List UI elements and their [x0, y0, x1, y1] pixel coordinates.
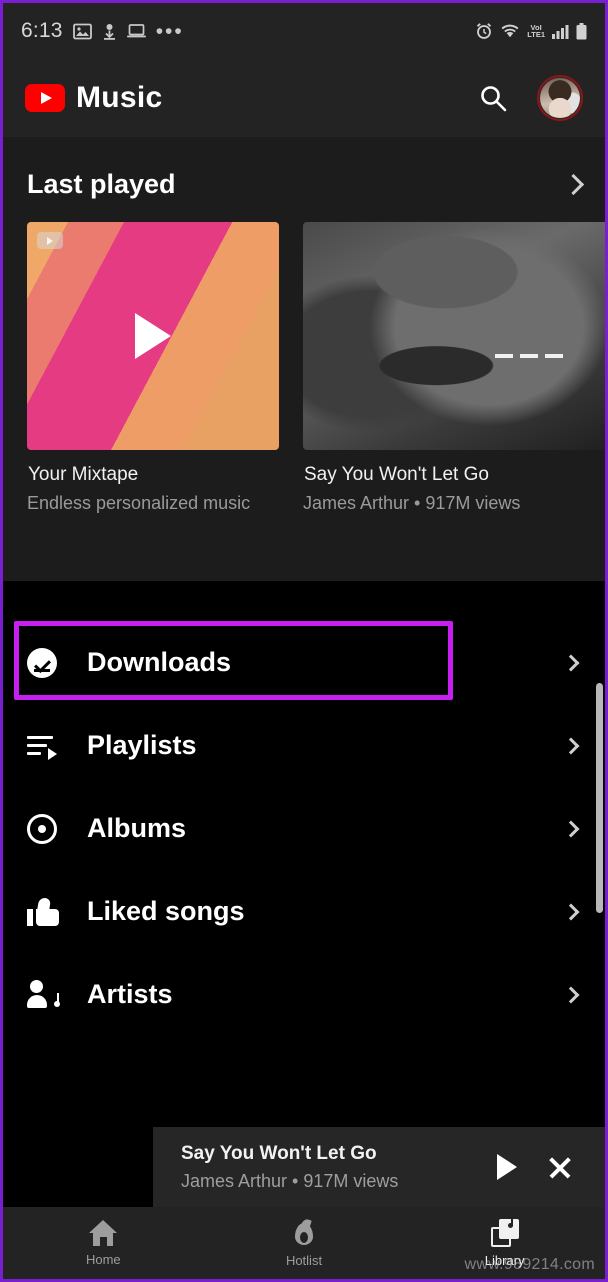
alarm-icon — [475, 22, 493, 40]
list-item-label: Artists — [87, 979, 173, 1009]
phone-screen: 6:13 ••• VoI LTE1 Music Last played Your… — [0, 0, 608, 1282]
thumbnail-photo — [303, 222, 605, 450]
album-disc-icon — [27, 813, 71, 844]
fire-icon — [292, 1217, 316, 1247]
status-bar-right: VoI LTE1 — [475, 22, 587, 40]
list-item-downloads[interactable]: Downloads — [3, 621, 605, 704]
chevron-right-icon[interactable] — [562, 903, 580, 920]
card-subtitle: James Arthur • 917M views — [303, 493, 521, 513]
nav-label: Home — [85, 1251, 121, 1267]
mini-player[interactable]: Say You Won't Let Go James Arthur • 917M… — [153, 1127, 605, 1207]
list-item-artists[interactable]: Artists — [3, 953, 605, 1036]
nav-item-library[interactable]: Library — [404, 1207, 605, 1279]
nav-label: Library — [484, 1252, 525, 1268]
scrollbar[interactable] — [596, 683, 603, 913]
nav-item-hotlist[interactable]: Hotlist — [204, 1207, 405, 1279]
library-icon — [490, 1216, 519, 1247]
playlist-icon — [27, 734, 71, 760]
card-title: Your Mixtape — [28, 464, 139, 485]
section-title: Last played — [27, 169, 176, 199]
home-icon — [89, 1219, 118, 1246]
youtube-badge-icon — [37, 232, 63, 249]
clock: 6:13 — [21, 19, 63, 42]
download-check-icon — [27, 647, 71, 678]
nav-label: Hotlist — [285, 1252, 323, 1268]
volte-indicator: VoI LTE1 — [527, 22, 545, 39]
list-item-label: Playlists — [87, 730, 197, 760]
three-dashes-icon — [495, 354, 564, 359]
list-item-liked-songs[interactable]: Liked songs — [3, 870, 605, 953]
card-say-you-wont-let-go[interactable]: Say You Won't Let Go James Arthur • 917M… — [303, 222, 605, 514]
bottom-nav: Home Hotlist Library — [3, 1207, 605, 1279]
list-item-label: Albums — [87, 813, 187, 843]
avatar[interactable] — [537, 75, 583, 121]
overflow-dots-icon: ••• — [155, 19, 184, 43]
play-icon[interactable] — [481, 1141, 533, 1193]
mini-player-subtitle: James Arthur • 917M views — [181, 1170, 399, 1191]
chevron-right-icon[interactable] — [562, 986, 580, 1003]
artist-icon — [27, 979, 71, 1010]
wifi-icon — [500, 24, 520, 39]
status-bar-left: 6:13 ••• — [21, 19, 475, 43]
library-list: Downloads Playlists Albums Liked songs A… — [3, 603, 605, 1036]
chevron-right-icon[interactable] — [562, 820, 580, 837]
search-icon[interactable] — [471, 76, 515, 120]
list-item-albums[interactable]: Albums — [3, 787, 605, 870]
youtube-logo-icon — [25, 84, 65, 112]
mini-player-text: Say You Won't Let Go James Arthur • 917M… — [181, 1143, 481, 1192]
list-item-playlists[interactable]: Playlists — [3, 704, 605, 787]
mixtape-thumbnail[interactable] — [27, 222, 279, 450]
thumbs-up-icon — [27, 897, 71, 926]
last-played-header[interactable]: Last played — [3, 137, 605, 200]
mini-player-title: Say You Won't Let Go — [181, 1142, 377, 1164]
battery-icon — [576, 22, 587, 40]
signal-icon — [552, 24, 569, 39]
app-header: Music — [3, 59, 605, 137]
song-thumbnail[interactable] — [303, 222, 605, 450]
chevron-right-icon[interactable] — [562, 654, 580, 671]
card-subtitle: Endless personalized music — [27, 493, 251, 513]
close-icon[interactable] — [533, 1141, 585, 1193]
photo-icon — [72, 23, 92, 40]
download-icon — [102, 23, 117, 40]
chevron-right-icon[interactable] — [562, 173, 585, 196]
chevron-right-icon[interactable] — [562, 737, 580, 754]
app-title: Music — [76, 81, 163, 114]
card-carousel: Your Mixtape Endless personalized music … — [3, 200, 605, 514]
card-title: Say You Won't Let Go — [304, 464, 489, 485]
card-your-mixtape[interactable]: Your Mixtape Endless personalized music — [27, 222, 279, 514]
last-played-section: Last played Your Mixtape Endless persona… — [3, 137, 605, 581]
list-item-label: Downloads — [87, 647, 232, 677]
nav-item-home[interactable]: Home — [3, 1207, 204, 1279]
status-bar: 6:13 ••• VoI LTE1 — [3, 3, 605, 59]
laptop-icon — [126, 23, 146, 39]
play-triangle-icon — [135, 313, 171, 359]
list-item-label: Liked songs — [87, 896, 245, 926]
